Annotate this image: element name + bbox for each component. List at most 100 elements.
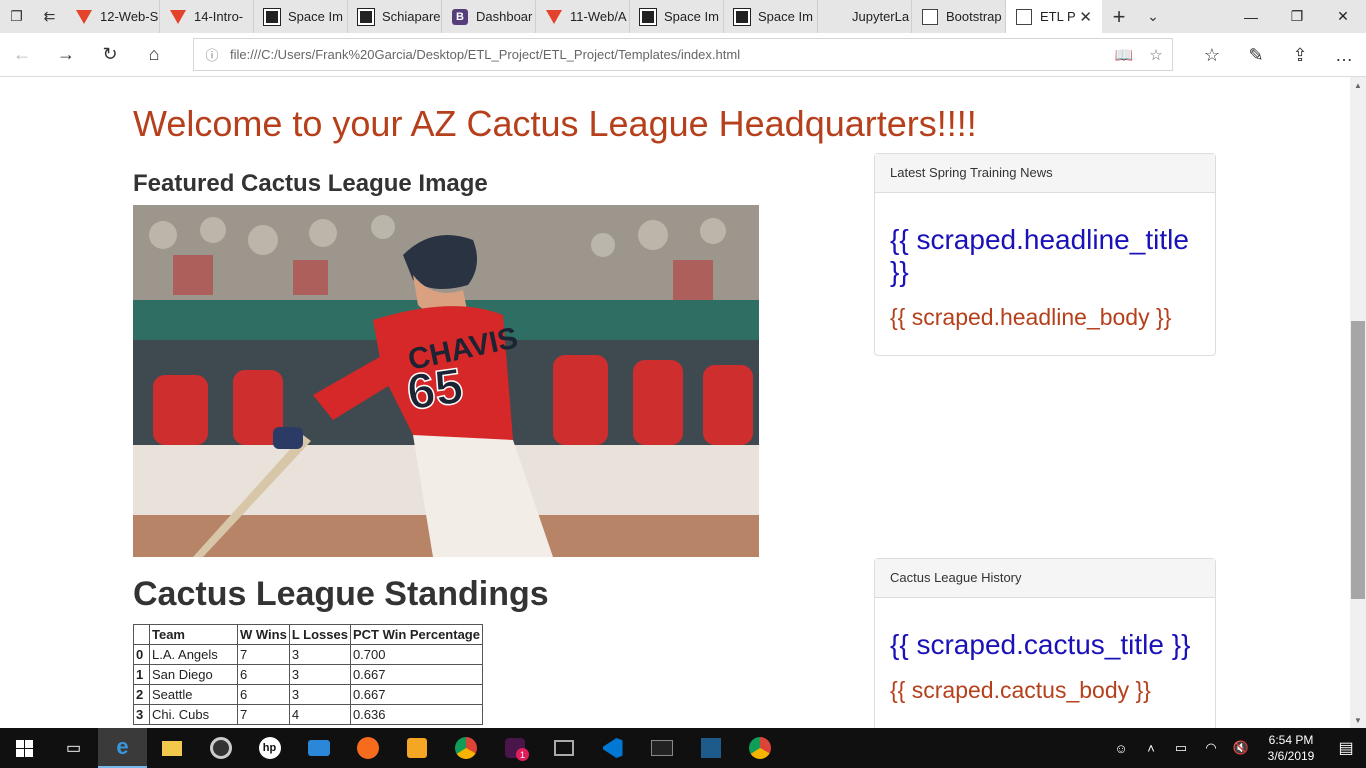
forward-button[interactable]: → [44,33,88,77]
wins-cell: 6 [237,684,290,705]
system-clock[interactable]: 6:54 PM 3/6/2019 [1256,732,1326,764]
slack-icon[interactable]: 1 [490,728,539,768]
team-cell: Seattle [149,684,238,705]
tab-3[interactable]: Schiapare [348,0,442,33]
people-icon[interactable]: ☺ [1106,741,1136,756]
tab-10[interactable]: ETL P ✕ [1006,0,1102,33]
header-wins: W Wins [237,624,290,645]
task-view-icon[interactable]: ▭ [49,728,98,768]
share-icon[interactable]: ⇪ [1278,33,1322,77]
windows-start-icon[interactable] [0,728,49,768]
pct-cell: 0.636 [349,704,483,725]
reading-view-icon[interactable]: 📖 [1108,46,1140,64]
header-losses: L Losses [288,624,351,645]
refresh-button[interactable]: ↻ [88,33,132,77]
new-tab-button[interactable]: + [1102,0,1136,33]
tab-bar: ❐ ⇇ 12-Web-S 14-Intro- Space Im Schiapare B D… [0,0,1366,33]
edge-taskbar-icon[interactable]: e [98,728,147,768]
hp-icon[interactable]: hp [245,728,294,768]
losses-cell: 3 [288,664,351,685]
history-panel-heading: Cactus League History [875,559,1215,598]
header-pct: PCT Win Percentage [349,624,483,645]
battery-icon[interactable]: ▭ [1166,740,1196,756]
losses-cell: 4 [288,704,351,725]
history-body: {{ scraped.cactus_body }} [890,677,1151,703]
gitlab-icon [170,9,186,25]
onedrive-icon[interactable] [294,728,343,768]
space-image-icon [734,8,750,25]
action-center-icon[interactable]: ▤ [1326,738,1366,758]
more-menu-icon[interactable]: … [1322,33,1366,77]
home-button[interactable]: ⌂ [132,33,176,77]
bootstrap-icon: B [452,8,468,25]
favorite-star-icon[interactable]: ☆ [1140,46,1172,64]
table-row: 2 Seattle 6 3 0.667 [133,684,483,705]
wifi-icon[interactable]: ◠ [1196,740,1226,756]
info-icon[interactable]: ⓘ [194,45,230,64]
terminal-icon[interactable] [637,728,686,768]
tab-2[interactable]: Space Im [254,0,348,33]
news-panel-heading: Latest Spring Training News [875,154,1215,193]
tab-label: Schiapare [382,9,441,24]
history-panel: Cactus League History {{ scraped.cactus_… [874,558,1216,728]
vertical-scrollbar[interactable]: ▲ ▼ [1350,77,1366,728]
tab-5[interactable]: 11-Web/A [536,0,630,33]
camera-app-icon[interactable] [196,728,245,768]
space-image-icon [358,8,374,25]
mysql-workbench-icon[interactable] [686,728,735,768]
chrome-icon[interactable] [441,728,490,768]
tab-label: Dashboar [476,9,533,24]
tab-7[interactable]: Space Im [724,0,818,33]
tab-label: Space Im [288,9,343,24]
welcome-heading: Welcome to your AZ Cactus League Headqua… [133,103,977,144]
tab-label: Space Im [664,9,719,24]
firefox-icon[interactable] [343,728,392,768]
space-image-icon [640,8,656,25]
back-button[interactable]: ← [0,33,44,77]
table-row: 1 San Diego 6 3 0.667 [133,664,483,685]
featured-baseball-photo: CHAVIS 65 [133,205,759,557]
scroll-up-icon[interactable]: ▲ [1350,77,1366,93]
chrome-icon-2[interactable] [735,728,784,768]
tab-preview-chevron-icon[interactable]: ⌄ [1136,0,1170,33]
volume-muted-icon[interactable]: 🔇 [1226,740,1256,756]
tabs-aside-icon[interactable]: ⇇ [33,0,66,33]
close-window-button[interactable]: ✕ [1320,0,1366,33]
team-cell: San Diego [149,664,238,685]
scroll-thumb[interactable] [1351,321,1365,599]
standings-header-row: Team W Wins L Losses PCT Win Percentage [133,624,483,645]
media-player-icon[interactable] [392,728,441,768]
page-icon [922,8,938,25]
tab-label: Space Im [758,9,813,24]
tab-1[interactable]: 14-Intro- [160,0,254,33]
tab-9[interactable]: Bootstrap [912,0,1006,33]
header-team: Team [149,624,238,645]
restore-button[interactable]: ❐ [1274,0,1320,33]
show-hidden-icons-chevron-icon[interactable]: ˄ [1136,741,1166,756]
slack-badge: 1 [516,748,529,761]
table-row: 3 Chi. Cubs 7 4 0.636 [133,704,483,725]
favorites-hub-icon[interactable]: ☆ [1190,33,1234,77]
space-image-icon [264,8,280,25]
pct-cell: 0.700 [349,644,483,665]
close-tab-icon[interactable]: ✕ [1079,8,1092,26]
minimize-button[interactable]: — [1228,0,1274,33]
scroll-down-icon[interactable]: ▼ [1350,712,1366,728]
header-index [133,624,150,645]
pct-cell: 0.667 [349,684,483,705]
vscode-icon[interactable] [588,728,637,768]
file-explorer-icon[interactable] [147,728,196,768]
standings-heading: Cactus League Standings [133,575,549,613]
tab-6[interactable]: Space Im [630,0,724,33]
clock-time: 6:54 PM [1268,733,1314,747]
tab-8[interactable]: JupyterLa [818,0,912,33]
url-text[interactable]: file:///C:/Users/Frank%20Garcia/Desktop/… [230,47,1108,62]
row-index: 3 [133,704,150,725]
network-app-icon[interactable] [539,728,588,768]
tab-set-aside-icon[interactable]: ❐ [0,0,33,33]
web-note-icon[interactable]: ✎ [1234,33,1278,77]
standings-table: Team W Wins L Losses PCT Win Percentage … [133,624,483,725]
tab-4[interactable]: B Dashboar [442,0,536,33]
address-bar[interactable]: ⓘ file:///C:/Users/Frank%20Garcia/Deskto… [193,38,1173,71]
tab-0[interactable]: 12-Web-S [66,0,160,33]
